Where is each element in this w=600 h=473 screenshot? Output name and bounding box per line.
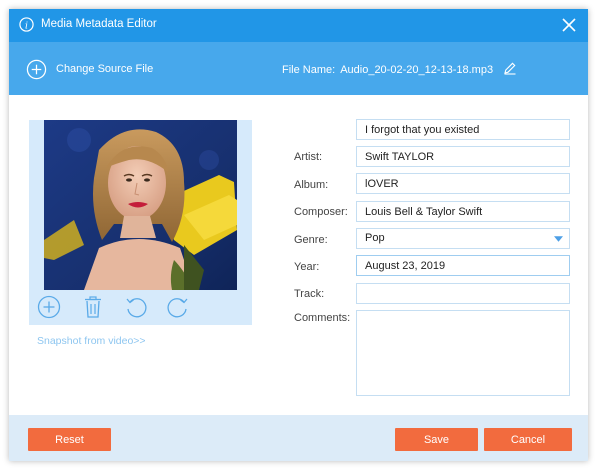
track-label: Track:	[294, 288, 325, 300]
comments-textarea[interactable]	[356, 310, 570, 396]
chevron-down-icon	[554, 236, 563, 242]
artist-input[interactable]	[356, 146, 570, 167]
album-cover-image	[44, 120, 237, 290]
artwork-panel	[29, 120, 252, 325]
title-input[interactable]	[356, 119, 570, 140]
album-input[interactable]	[356, 173, 570, 194]
track-input[interactable]	[356, 283, 570, 304]
composer-label: Composer:	[294, 206, 348, 218]
info-icon: i	[19, 17, 34, 32]
change-source-file-label: Change Source File	[56, 63, 154, 75]
genre-label: Genre:	[294, 234, 328, 246]
file-name-value: Audio_20-02-20_12-13-18.mp3	[340, 64, 494, 76]
rotate-left-icon[interactable]	[124, 295, 148, 319]
metadata-editor-dialog: i Media Metadata Editor Change Source Fi…	[9, 9, 588, 461]
svg-text:i: i	[25, 20, 28, 31]
add-image-icon[interactable]	[37, 295, 61, 319]
composer-input[interactable]	[356, 201, 570, 222]
close-icon[interactable]	[560, 16, 578, 34]
toolbar: Change Source File File Name: Audio_20-02…	[9, 42, 588, 95]
change-source-file-button[interactable]: Change Source File	[26, 58, 153, 80]
title-bar: i Media Metadata Editor	[9, 9, 588, 42]
save-button[interactable]: Save	[395, 428, 478, 451]
year-label: Year:	[294, 261, 320, 273]
edit-pencil-icon[interactable]	[503, 61, 517, 75]
artwork-toolbar	[29, 290, 252, 325]
year-input[interactable]	[356, 255, 570, 276]
comments-label: Comments:	[294, 312, 351, 324]
file-name-label: File Name:	[282, 64, 336, 76]
reset-button[interactable]: Reset	[28, 428, 111, 451]
file-name-display: File Name: Audio_20-02-20_12-13-18.mp3	[282, 64, 493, 76]
album-label: Album:	[294, 179, 329, 191]
window-title: Media Metadata Editor	[41, 18, 157, 30]
genre-select[interactable]: Pop	[356, 228, 570, 249]
add-circle-icon	[26, 59, 47, 79]
genre-selected-value: Pop	[365, 232, 385, 244]
rotate-right-icon[interactable]	[166, 295, 190, 319]
artist-label: Artist:	[294, 151, 323, 163]
snapshot-from-video-link[interactable]: Snapshot from video>>	[37, 335, 146, 347]
footer-bar: Reset Save Cancel	[9, 415, 588, 461]
delete-trash-icon[interactable]	[81, 295, 105, 319]
cancel-button[interactable]: Cancel	[484, 428, 572, 451]
